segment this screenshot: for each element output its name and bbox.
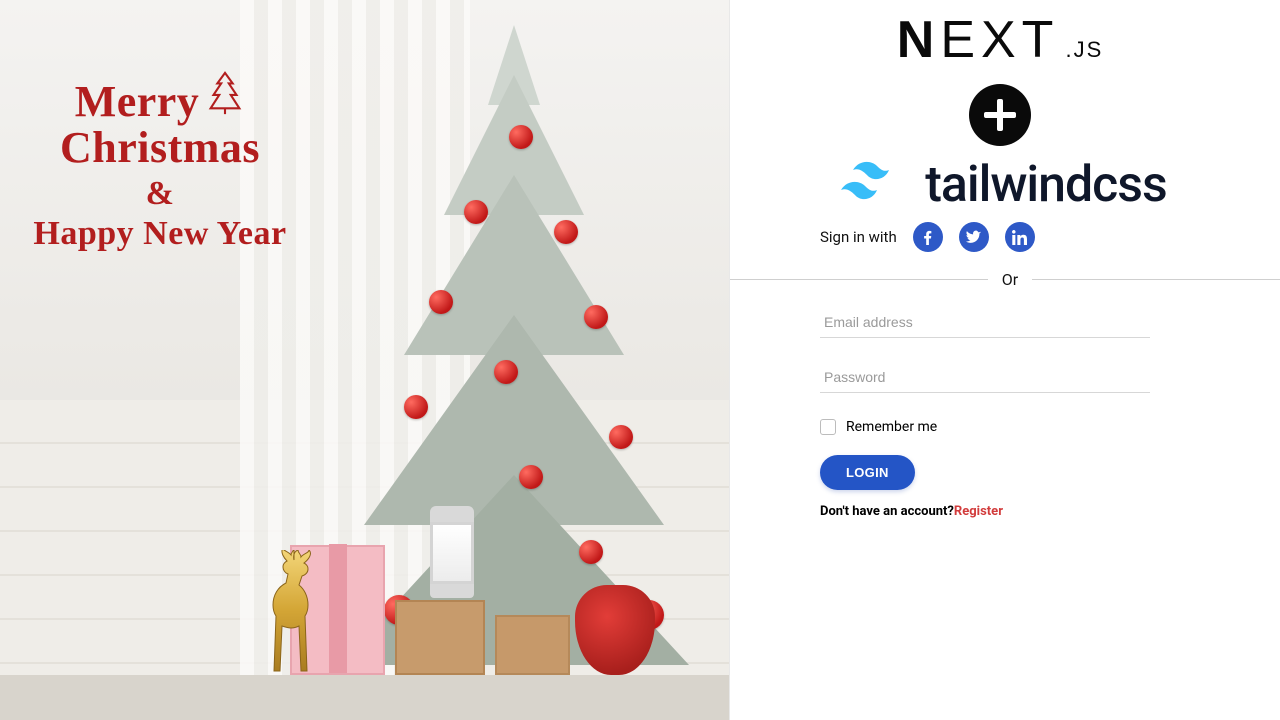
auth-panel: NEXT.JS tailwindcss Sign in with: [730, 0, 1280, 720]
greeting-line2: Christmas: [10, 125, 310, 171]
linkedin-button[interactable]: [1005, 222, 1035, 252]
tailwind-mark-icon: [833, 158, 913, 212]
remember-me-checkbox[interactable]: [820, 419, 836, 435]
register-link[interactable]: Register: [954, 504, 1003, 519]
lantern: [430, 506, 474, 598]
remember-me-label: Remember me: [846, 419, 937, 435]
nextjs-logo: NEXT.JS: [730, 10, 1270, 70]
floor: [0, 675, 729, 720]
or-divider: Or: [730, 270, 1280, 289]
tailwind-logo: tailwindcss: [730, 156, 1270, 214]
greeting-line3: Happy New Year: [10, 215, 310, 253]
greeting-text: Merry Christmas & Happy New Year: [10, 70, 310, 253]
no-account-text: Don't have an account?: [820, 504, 954, 519]
email-input[interactable]: [820, 307, 1150, 338]
greeting-line1: Merry: [75, 77, 200, 126]
no-account-row: Don't have an account?Register: [820, 504, 1250, 519]
sign-in-with-label: Sign in with: [820, 228, 897, 246]
login-button[interactable]: LOGIN: [820, 455, 915, 490]
tailwind-wordmark: tailwindcss: [925, 156, 1167, 214]
facebook-button[interactable]: [913, 222, 943, 252]
gift-box-brown-2: [495, 615, 570, 675]
plus-icon: [969, 84, 1031, 146]
gift-box-brown-1: [395, 600, 485, 675]
tree-outline-icon: [205, 70, 245, 125]
login-form: Sign in with Or Remember me L: [820, 222, 1250, 519]
twitter-button[interactable]: [959, 222, 989, 252]
divider-text: Or: [988, 270, 1032, 289]
password-input[interactable]: [820, 362, 1150, 393]
christmas-tree: [334, 25, 694, 665]
remember-me-row[interactable]: Remember me: [820, 419, 1250, 435]
golden-deer-icon: [260, 550, 320, 675]
hero-image-panel: Merry Christmas & Happy New Year: [0, 0, 730, 720]
greeting-ampersand: &: [10, 175, 310, 213]
